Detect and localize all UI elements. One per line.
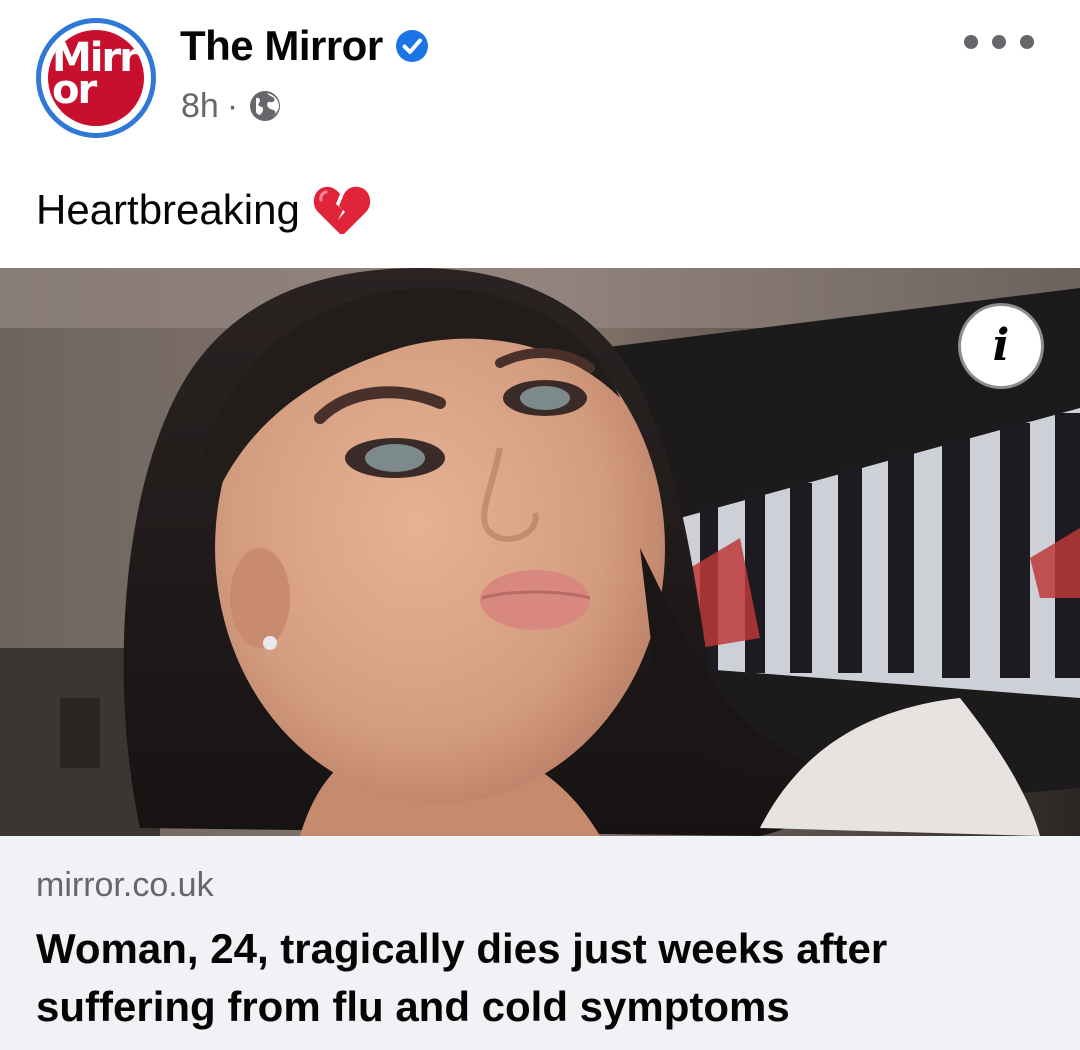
page-avatar[interactable]: Mirr or bbox=[36, 18, 156, 138]
broken-heart-icon bbox=[312, 182, 372, 238]
post-timestamp[interactable]: 8h bbox=[181, 87, 219, 126]
link-headline[interactable]: Woman, 24, tragically dies just weeks af… bbox=[36, 920, 1036, 1036]
more-options-button[interactable] bbox=[964, 22, 1034, 62]
post-message: Heartbreaking bbox=[36, 180, 372, 240]
page-name-row: The Mirror bbox=[180, 22, 429, 70]
link-domain[interactable]: mirror.co.uk bbox=[36, 866, 214, 905]
info-button[interactable]: i bbox=[958, 303, 1044, 389]
logo-text-line-2: or bbox=[52, 67, 97, 113]
post-photo[interactable] bbox=[0, 268, 1080, 836]
more-dots-icon bbox=[992, 35, 1006, 49]
verified-badge-icon bbox=[395, 29, 429, 63]
more-dots-icon bbox=[1020, 35, 1034, 49]
more-dots-icon bbox=[964, 35, 978, 49]
post-header: Mirr or The Mirror 8h · bbox=[0, 0, 1080, 150]
globe-icon[interactable] bbox=[248, 89, 282, 123]
post-meta: 8h · bbox=[181, 84, 282, 128]
meta-separator: · bbox=[226, 86, 239, 125]
mirror-logo: Mirr or bbox=[48, 30, 144, 126]
portrait-photo bbox=[0, 268, 1080, 836]
post-message-text: Heartbreaking bbox=[36, 186, 300, 233]
page-name[interactable]: The Mirror bbox=[180, 22, 383, 70]
info-icon: i bbox=[992, 320, 1010, 371]
